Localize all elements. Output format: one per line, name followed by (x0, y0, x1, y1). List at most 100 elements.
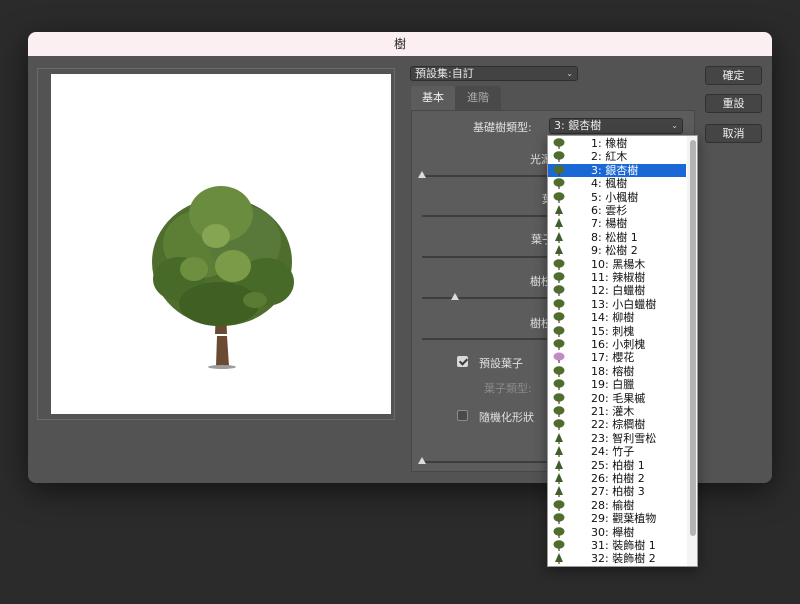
tree-thumbnail-icon (553, 285, 565, 297)
tree-type-item[interactable]: 2: 紅木 (548, 150, 686, 163)
tree-thumbnail-icon (553, 513, 565, 525)
tree-type-label: 30: 櫸樹 (591, 525, 635, 539)
tree-type-item[interactable]: 7: 楊樹 (548, 217, 686, 230)
tree-type-item[interactable]: 30: 櫸樹 (548, 526, 686, 539)
tree-type-item[interactable]: 16: 小刺槐 (548, 338, 686, 351)
tree-type-item[interactable]: 11: 辣椒樹 (548, 271, 686, 284)
tree-type-label: 29: 觀葉植物 (591, 512, 657, 526)
tree-type-item[interactable]: 4: 楓樹 (548, 177, 686, 190)
tree-type-item[interactable]: 6: 雲杉 (548, 204, 686, 217)
tree-type-item[interactable]: 10: 黑楊木 (548, 258, 686, 271)
tree-type-label: 18: 榕樹 (591, 364, 635, 378)
tree-thumbnail-icon (553, 392, 565, 404)
dropdown-scroll-thumb[interactable] (690, 140, 696, 536)
leaf-type-label: 葉子類型: (484, 382, 532, 395)
tree-type-label: 24: 竹子 (591, 445, 635, 459)
base-tree-type-label: 基礎樹類型: (473, 121, 532, 134)
tree-illustration (152, 186, 294, 369)
default-leaves-checkbox[interactable] (457, 356, 468, 367)
tree-type-label: 31: 裝飾樹 1 (591, 539, 656, 552)
light-direction-thumb[interactable] (418, 171, 426, 178)
tree-type-item[interactable]: 21: 灌木 (548, 405, 686, 418)
tree-thumbnail-icon (553, 526, 565, 538)
tree-thumbnail-icon (555, 553, 563, 565)
tree-type-item[interactable]: 5: 小楓樹 (548, 191, 686, 204)
ok-button[interactable]: 確定 (705, 66, 762, 85)
tree-type-item[interactable]: 23: 智利雪松 (548, 432, 686, 445)
branch-height-thumb[interactable] (451, 293, 459, 300)
tree-type-label: 23: 智利雪松 (591, 431, 657, 445)
tree-thumbnail-icon (553, 352, 565, 364)
tree-type-item[interactable]: 27: 柏樹 3 (548, 485, 686, 498)
tree-type-item[interactable]: 25: 柏樹 1 (548, 459, 686, 472)
tree-thumbnail-icon (553, 165, 565, 176)
tree-type-item[interactable]: 14: 柳樹 (548, 311, 686, 324)
branch-height-slider[interactable] (422, 297, 548, 299)
randomize-checkbox[interactable] (457, 410, 468, 421)
tree-type-item[interactable]: 31: 裝飾樹 1 (548, 539, 686, 552)
leaf-size-slider[interactable] (422, 256, 548, 258)
base-tree-type-select[interactable]: 3: 銀杏樹 ⌄ (549, 118, 683, 134)
tree-thumbnail-icon (555, 218, 563, 230)
tree-type-item[interactable]: 22: 棕櫚樹 (548, 418, 686, 431)
tree-thumbnail-icon (555, 473, 563, 484)
tree-type-item[interactable]: 18: 榕樹 (548, 365, 686, 378)
tree-thumbnail-icon (555, 446, 563, 458)
tree-thumbnail-icon (555, 245, 563, 257)
tree-type-item[interactable]: 15: 刺槐 (548, 325, 686, 338)
tree-thumbnail-icon (555, 205, 563, 216)
tree-type-label: 4: 楓樹 (591, 177, 628, 191)
tree-type-item[interactable]: 26: 柏樹 2 (548, 472, 686, 485)
leaf-amount-slider[interactable] (422, 215, 548, 217)
tree-type-item[interactable]: 32: 裝飾樹 2 (548, 552, 686, 565)
tree-type-label: 26: 柏樹 2 (591, 472, 645, 485)
tree-type-item[interactable]: 17: 櫻花 (548, 351, 686, 364)
tree-type-label: 17: 櫻花 (591, 351, 635, 365)
tree-thumbnail-icon (553, 151, 565, 163)
branch-thickness-slider[interactable] (422, 338, 548, 340)
tree-type-label: 6: 雲杉 (591, 204, 628, 217)
tree-type-item[interactable]: 9: 松樹 2 (548, 244, 686, 257)
reset-button[interactable]: 重設 (705, 94, 762, 113)
dialog-title: 樹 (28, 32, 772, 56)
tree-thumbnail-icon (553, 419, 565, 431)
tree-thumbnail-icon (553, 406, 565, 417)
default-leaves-label: 預設葉子 (479, 357, 523, 370)
tree-thumbnail-icon (553, 178, 565, 190)
tree-thumbnail-icon (555, 231, 563, 243)
tree-thumbnail-icon (553, 299, 565, 310)
tab-basic[interactable]: 基本 (411, 86, 455, 110)
tree-type-label: 20: 毛果槭 (591, 391, 646, 405)
tree-type-label: 8: 松樹 1 (591, 230, 638, 244)
tree-thumbnail-icon (553, 379, 565, 391)
chevron-down-icon: ⌄ (671, 121, 678, 130)
tree-type-item[interactable]: 19: 白臘 (548, 378, 686, 391)
tree-base-icon (216, 336, 229, 366)
tree-type-item[interactable]: 12: 白蠟樹 (548, 284, 686, 297)
tree-type-item[interactable]: 8: 松樹 1 (548, 231, 686, 244)
light-direction-slider[interactable] (422, 175, 548, 177)
tree-type-label: 16: 小刺槐 (591, 338, 646, 351)
tree-thumbnail-icon (553, 366, 565, 377)
tree-type-label: 7: 楊樹 (591, 217, 628, 231)
tree-type-item[interactable]: 24: 竹子 (548, 445, 686, 458)
tree-thumbnail-icon (553, 540, 565, 551)
tree-type-item[interactable]: 1: 橡樹 (548, 137, 686, 150)
seed-slider[interactable] (422, 461, 548, 463)
tree-type-item[interactable]: 28: 榆樹 (548, 499, 686, 512)
tree-type-dropdown: 1: 橡樹 2: 紅木 3: 銀杏樹 4: 楓樹 5: 小楓樹 6: 雲杉 7: 楊樹 8: … (547, 135, 698, 567)
base-tree-type-value: 3: 銀杏樹 (554, 119, 602, 132)
tree-type-item[interactable]: 3: 銀杏樹 (548, 163, 686, 178)
preset-select[interactable]: 預設集:自訂 ⌄ (410, 66, 578, 81)
tree-type-item[interactable]: 13: 小白蠟樹 (548, 298, 686, 311)
tree-thumbnail-icon (553, 312, 565, 324)
tree-type-label: 13: 小白蠟樹 (591, 297, 657, 311)
seed-thumb[interactable] (418, 457, 426, 464)
cancel-button[interactable]: 取消 (705, 124, 762, 143)
tree-thumbnail-icon (553, 138, 565, 149)
tab-advanced[interactable]: 進階 (455, 86, 501, 110)
tree-thumbnail-icon (553, 325, 565, 337)
tree-type-item[interactable]: 29: 觀葉植物 (548, 512, 686, 525)
preset-value: 預設集:自訂 (415, 67, 474, 80)
tree-type-item[interactable]: 20: 毛果槭 (548, 392, 686, 405)
